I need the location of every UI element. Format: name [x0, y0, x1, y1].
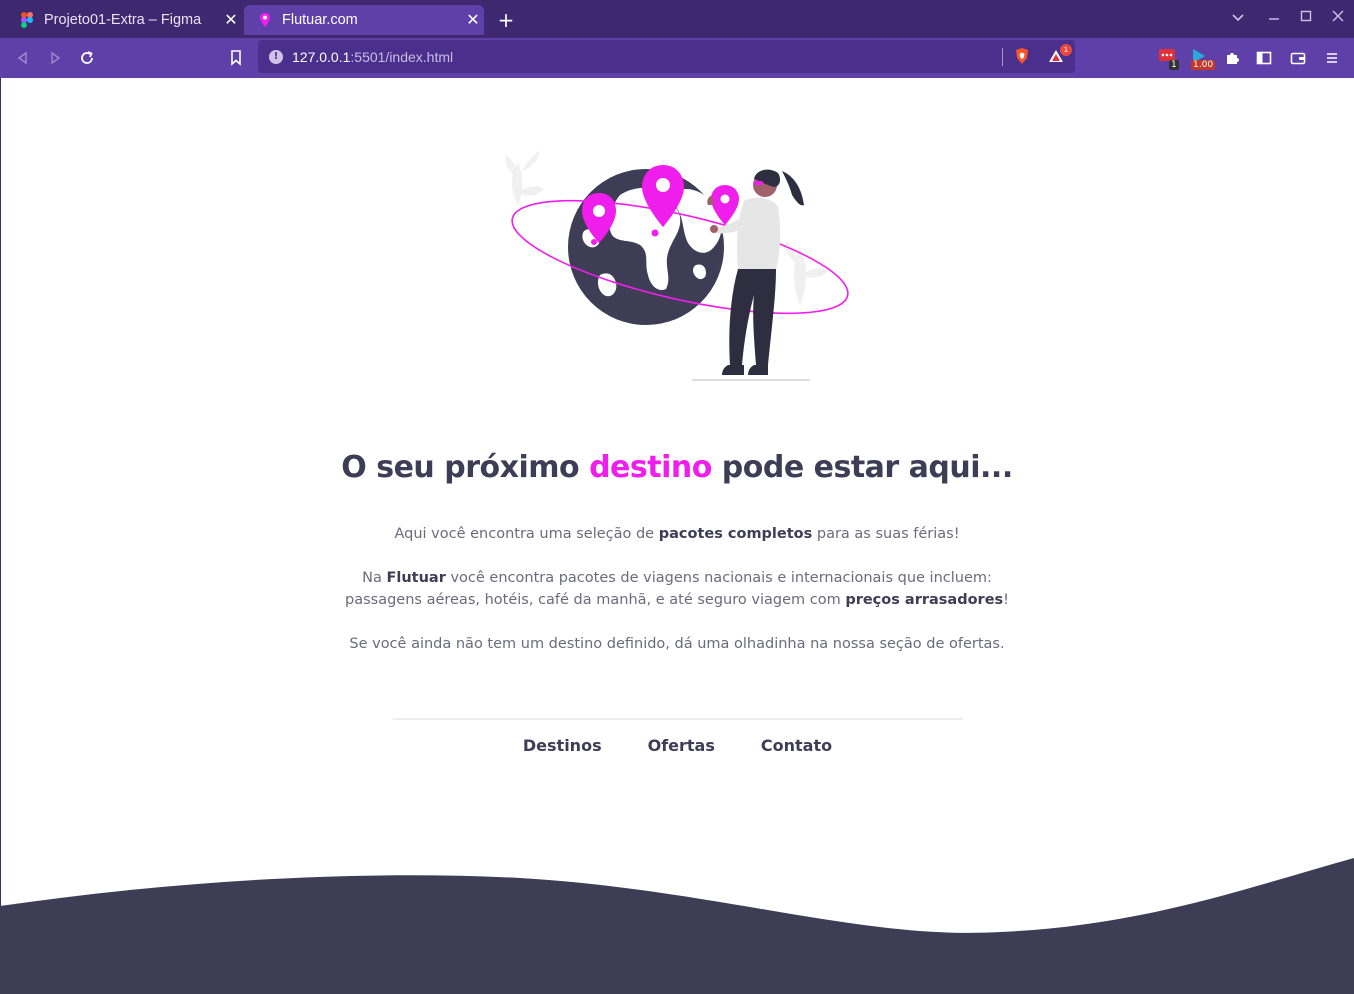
divider — [393, 718, 963, 720]
close-icon — [1332, 10, 1344, 22]
map-pin-icon — [258, 12, 272, 28]
tab-title: Flutuar.com — [282, 12, 358, 28]
wallet-icon — [1290, 52, 1306, 65]
brave-shield-icon[interactable] — [1014, 47, 1030, 69]
extension-2[interactable]: 1.00 — [1188, 46, 1216, 70]
menu-button[interactable] — [1320, 46, 1344, 70]
paragraph-bold: Flutuar — [386, 570, 446, 586]
bookmark-icon — [231, 50, 241, 66]
headline-text: pode estar aqui... — [711, 450, 1013, 485]
nav-link-ofertas[interactable]: Ofertas — [648, 736, 715, 755]
forward-arrow-icon — [51, 51, 61, 65]
leaf-decoration-left — [505, 151, 544, 205]
headline-accent: destino — [589, 450, 712, 485]
paragraph-text: Aqui você encontra uma seleção de — [394, 526, 659, 542]
travel-illustration — [505, 151, 849, 381]
nav-link-contato[interactable]: Contato — [761, 736, 832, 755]
reload-icon — [81, 51, 93, 64]
intro-paragraph: Aqui você encontra uma seleção de pacote… — [0, 523, 1354, 545]
url-path: :5501/index.html — [350, 48, 454, 65]
paragraph-text: Na — [362, 570, 387, 586]
forward-button[interactable] — [43, 46, 67, 70]
site-info-icon[interactable]: ! — [269, 49, 283, 64]
extensions-button[interactable] — [1220, 46, 1244, 70]
leaf-decoration-right — [785, 241, 828, 305]
figma-icon — [20, 12, 34, 28]
wallet-button[interactable] — [1286, 46, 1310, 70]
paragraph-text: você encontra pacotes de viagens naciona… — [445, 570, 992, 586]
url-host: 127.0.0.1 — [292, 48, 351, 65]
notification-badge: 1 — [1060, 44, 1072, 56]
paragraph-text: passagens aéreas, hotéis, café da manhã,… — [345, 592, 846, 608]
description-paragraph: Na Flutuar você encontra pacotes de viag… — [0, 567, 1354, 611]
hamburger-menu-icon — [1327, 53, 1337, 63]
reload-button[interactable] — [75, 46, 99, 70]
address-bar[interactable]: ! 127.0.0.1:5501/index.html 1 — [258, 40, 1075, 73]
browser-tab-bar: Projeto01-Extra – Figma ✕ Flutuar.com ✕ … — [0, 0, 1354, 38]
back-button[interactable] — [11, 46, 35, 70]
page-title: O seu próximo destino pode estar aqui... — [0, 450, 1354, 485]
headline-text: O seu próximo — [341, 450, 590, 485]
minimize-icon — [1269, 18, 1279, 20]
nav-link-destinos[interactable]: Destinos — [523, 736, 602, 755]
maximize-icon — [1300, 10, 1312, 22]
chevron-down-icon — [1232, 14, 1244, 22]
main-nav: Destinos Ofertas Contato — [0, 736, 1354, 755]
paragraph-text: para as suas férias! — [812, 526, 960, 542]
footer-wave — [0, 858, 1354, 994]
sidebar-button[interactable] — [1252, 46, 1276, 70]
extension-1[interactable]: 1 — [1156, 46, 1180, 70]
tab-title: Projeto01-Extra – Figma — [44, 12, 202, 28]
close-icon[interactable]: ✕ — [220, 10, 242, 30]
offers-paragraph: Se você ainda não tem um destino definid… — [349, 636, 1005, 652]
back-arrow-icon — [17, 51, 27, 65]
close-icon[interactable]: ✕ — [462, 10, 484, 30]
paragraph-bold: preços arrasadores — [845, 592, 1004, 608]
minimize-button[interactable] — [1264, 8, 1284, 28]
extension-badge: 1 — [1169, 60, 1179, 70]
maximize-button[interactable] — [1296, 8, 1316, 28]
tab-figma[interactable]: Projeto01-Extra – Figma ✕ — [6, 5, 242, 35]
bookmark-button[interactable] — [224, 46, 248, 70]
paragraph-bold: pacotes completos — [658, 526, 813, 542]
tab-list-button[interactable] — [1228, 8, 1248, 28]
url-separator — [1002, 48, 1003, 66]
sidebar-icon — [1256, 51, 1272, 65]
paragraph-text: ! — [1003, 592, 1009, 608]
new-tab-button[interactable]: + — [494, 8, 518, 32]
tab-flutuar[interactable]: Flutuar.com ✕ — [244, 5, 484, 35]
url-text[interactable]: 127.0.0.1:5501/index.html — [292, 49, 453, 65]
close-window-button[interactable] — [1328, 8, 1348, 28]
puzzle-icon — [1227, 53, 1239, 64]
extension-badge: 1.00 — [1191, 60, 1216, 70]
